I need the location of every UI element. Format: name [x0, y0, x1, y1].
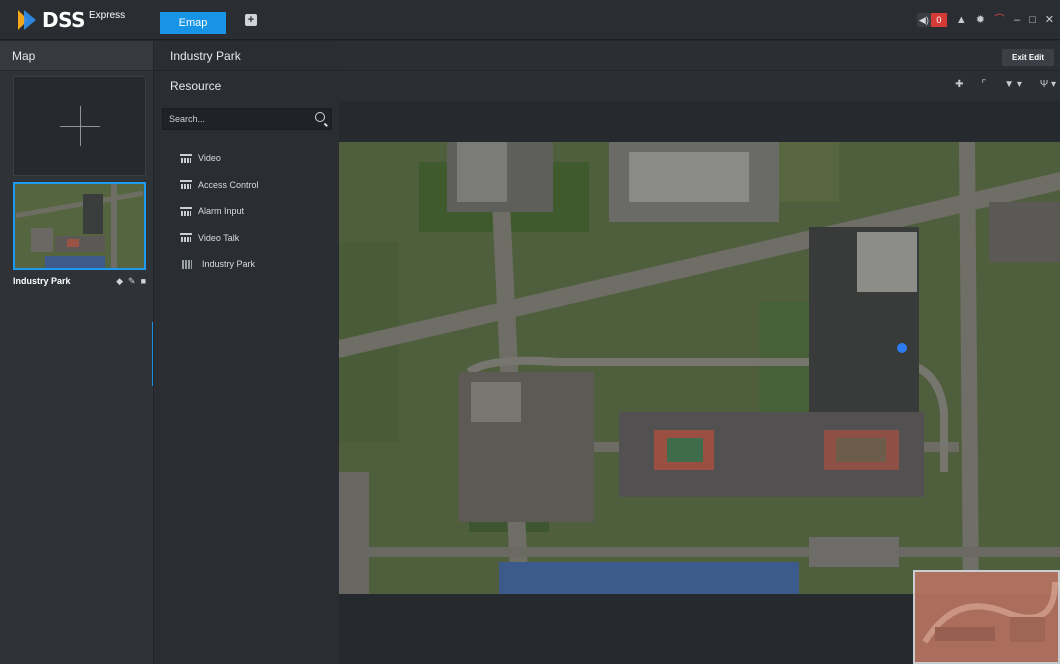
speaker-icon: ◀)	[916, 13, 931, 27]
tree-item-label: Video	[198, 153, 221, 164]
tree-item-video-talk[interactable]: Video Talk	[180, 225, 259, 252]
maximize-icon[interactable]: □	[1029, 12, 1036, 28]
tree-item-label: Alarm Input	[198, 206, 245, 217]
tree-item-industry-park[interactable]: Industry Park	[180, 251, 259, 278]
minimap-image	[915, 572, 1058, 662]
device-icon	[180, 233, 192, 243]
map-toolbar: ✚ ⌜ ▼ ▾ Ψ ▾	[339, 71, 1060, 101]
satellite-image	[339, 142, 1060, 594]
resource-tree: Video Access Control Alarm Input Video T…	[180, 145, 259, 278]
map-area: Exit Edit ✚ ⌜ ▼ ▾ Ψ ▾	[339, 41, 1060, 664]
tree-item-alarm-input[interactable]: Alarm Input	[180, 198, 259, 225]
alarm-indicator[interactable]: ◀) 0	[916, 13, 947, 27]
add-map-button[interactable]	[13, 76, 146, 176]
tree-item-label: Access Control	[198, 179, 259, 190]
map-tools: ✚ ⌜ ▼ ▾ Ψ ▾	[955, 79, 1056, 90]
tree-item-video[interactable]: Video	[180, 145, 259, 172]
device-icon	[180, 206, 192, 216]
select-icon[interactable]: ⌜	[981, 79, 986, 90]
exit-edit-button[interactable]: Exit Edit	[1002, 49, 1054, 66]
device-icon	[180, 153, 192, 163]
map-icon	[182, 259, 192, 269]
tree-item-access-control[interactable]: Access Control	[180, 172, 259, 199]
minimize-icon[interactable]: –	[1014, 12, 1020, 28]
add-tab-button[interactable]: +	[245, 14, 257, 26]
tree-item-label: Video Talk	[198, 232, 240, 243]
close-icon[interactable]: ✕	[1045, 12, 1054, 28]
map-item-name[interactable]: Industry Park	[13, 276, 71, 286]
map-thumbnail-image	[15, 184, 144, 268]
alarm-icon[interactable]: ⌒	[994, 12, 1005, 28]
search-box	[162, 108, 332, 130]
filter-icon[interactable]: ▼ ▾	[1004, 79, 1022, 90]
user-icon[interactable]: ▲	[956, 12, 967, 28]
edit-bar: Exit Edit	[339, 41, 1060, 71]
logo-mark-icon	[18, 10, 38, 30]
search-input[interactable]	[163, 109, 313, 129]
device-icon	[180, 180, 192, 190]
search-icon[interactable]	[315, 112, 325, 122]
tree-item-label: Industry Park	[202, 259, 256, 270]
map-thumbnail[interactable]	[13, 182, 146, 270]
map-list-panel: Map Industry Park ◆ ✎ ■	[0, 41, 153, 664]
satellite-map[interactable]	[339, 142, 1060, 594]
resource-panel: Industry Park Resource Video Access Cont…	[153, 41, 339, 664]
gear-icon[interactable]: ✹	[976, 12, 985, 28]
resource-title: Resource	[170, 79, 222, 93]
minimap[interactable]	[913, 570, 1060, 664]
map-panel-title: Map	[0, 41, 153, 71]
delete-icon[interactable]: ■	[141, 276, 146, 287]
brand-name: DSS	[42, 8, 86, 32]
current-map-title: Industry Park	[154, 41, 339, 71]
camera-marker[interactable]	[897, 343, 907, 353]
alarm-count: 0	[930, 13, 947, 27]
edit-icon[interactable]: ✎	[128, 276, 136, 287]
plus-icon-v	[80, 106, 81, 146]
logo: DSS Express	[18, 8, 125, 32]
move-icon[interactable]: ✚	[955, 79, 963, 90]
tab-emap[interactable]: Emap	[160, 12, 226, 34]
top-bar: DSS Express Emap + ◀) 0 ▲ ✹ ⌒ – □ ✕	[0, 0, 1060, 40]
map-item-row: Industry Park ◆ ✎ ■	[13, 273, 146, 289]
map-item-tools: ◆ ✎ ■	[116, 276, 146, 287]
app-window: DSS Express Emap + ◀) 0 ▲ ✹ ⌒ – □ ✕ Map	[0, 0, 1060, 664]
brand-edition: Express	[89, 9, 126, 21]
pin-icon[interactable]: Ψ ▾	[1040, 79, 1056, 90]
tag-icon[interactable]: ◆	[116, 276, 123, 287]
system-controls: ◀) 0 ▲ ✹ ⌒ – □ ✕	[916, 12, 1054, 28]
